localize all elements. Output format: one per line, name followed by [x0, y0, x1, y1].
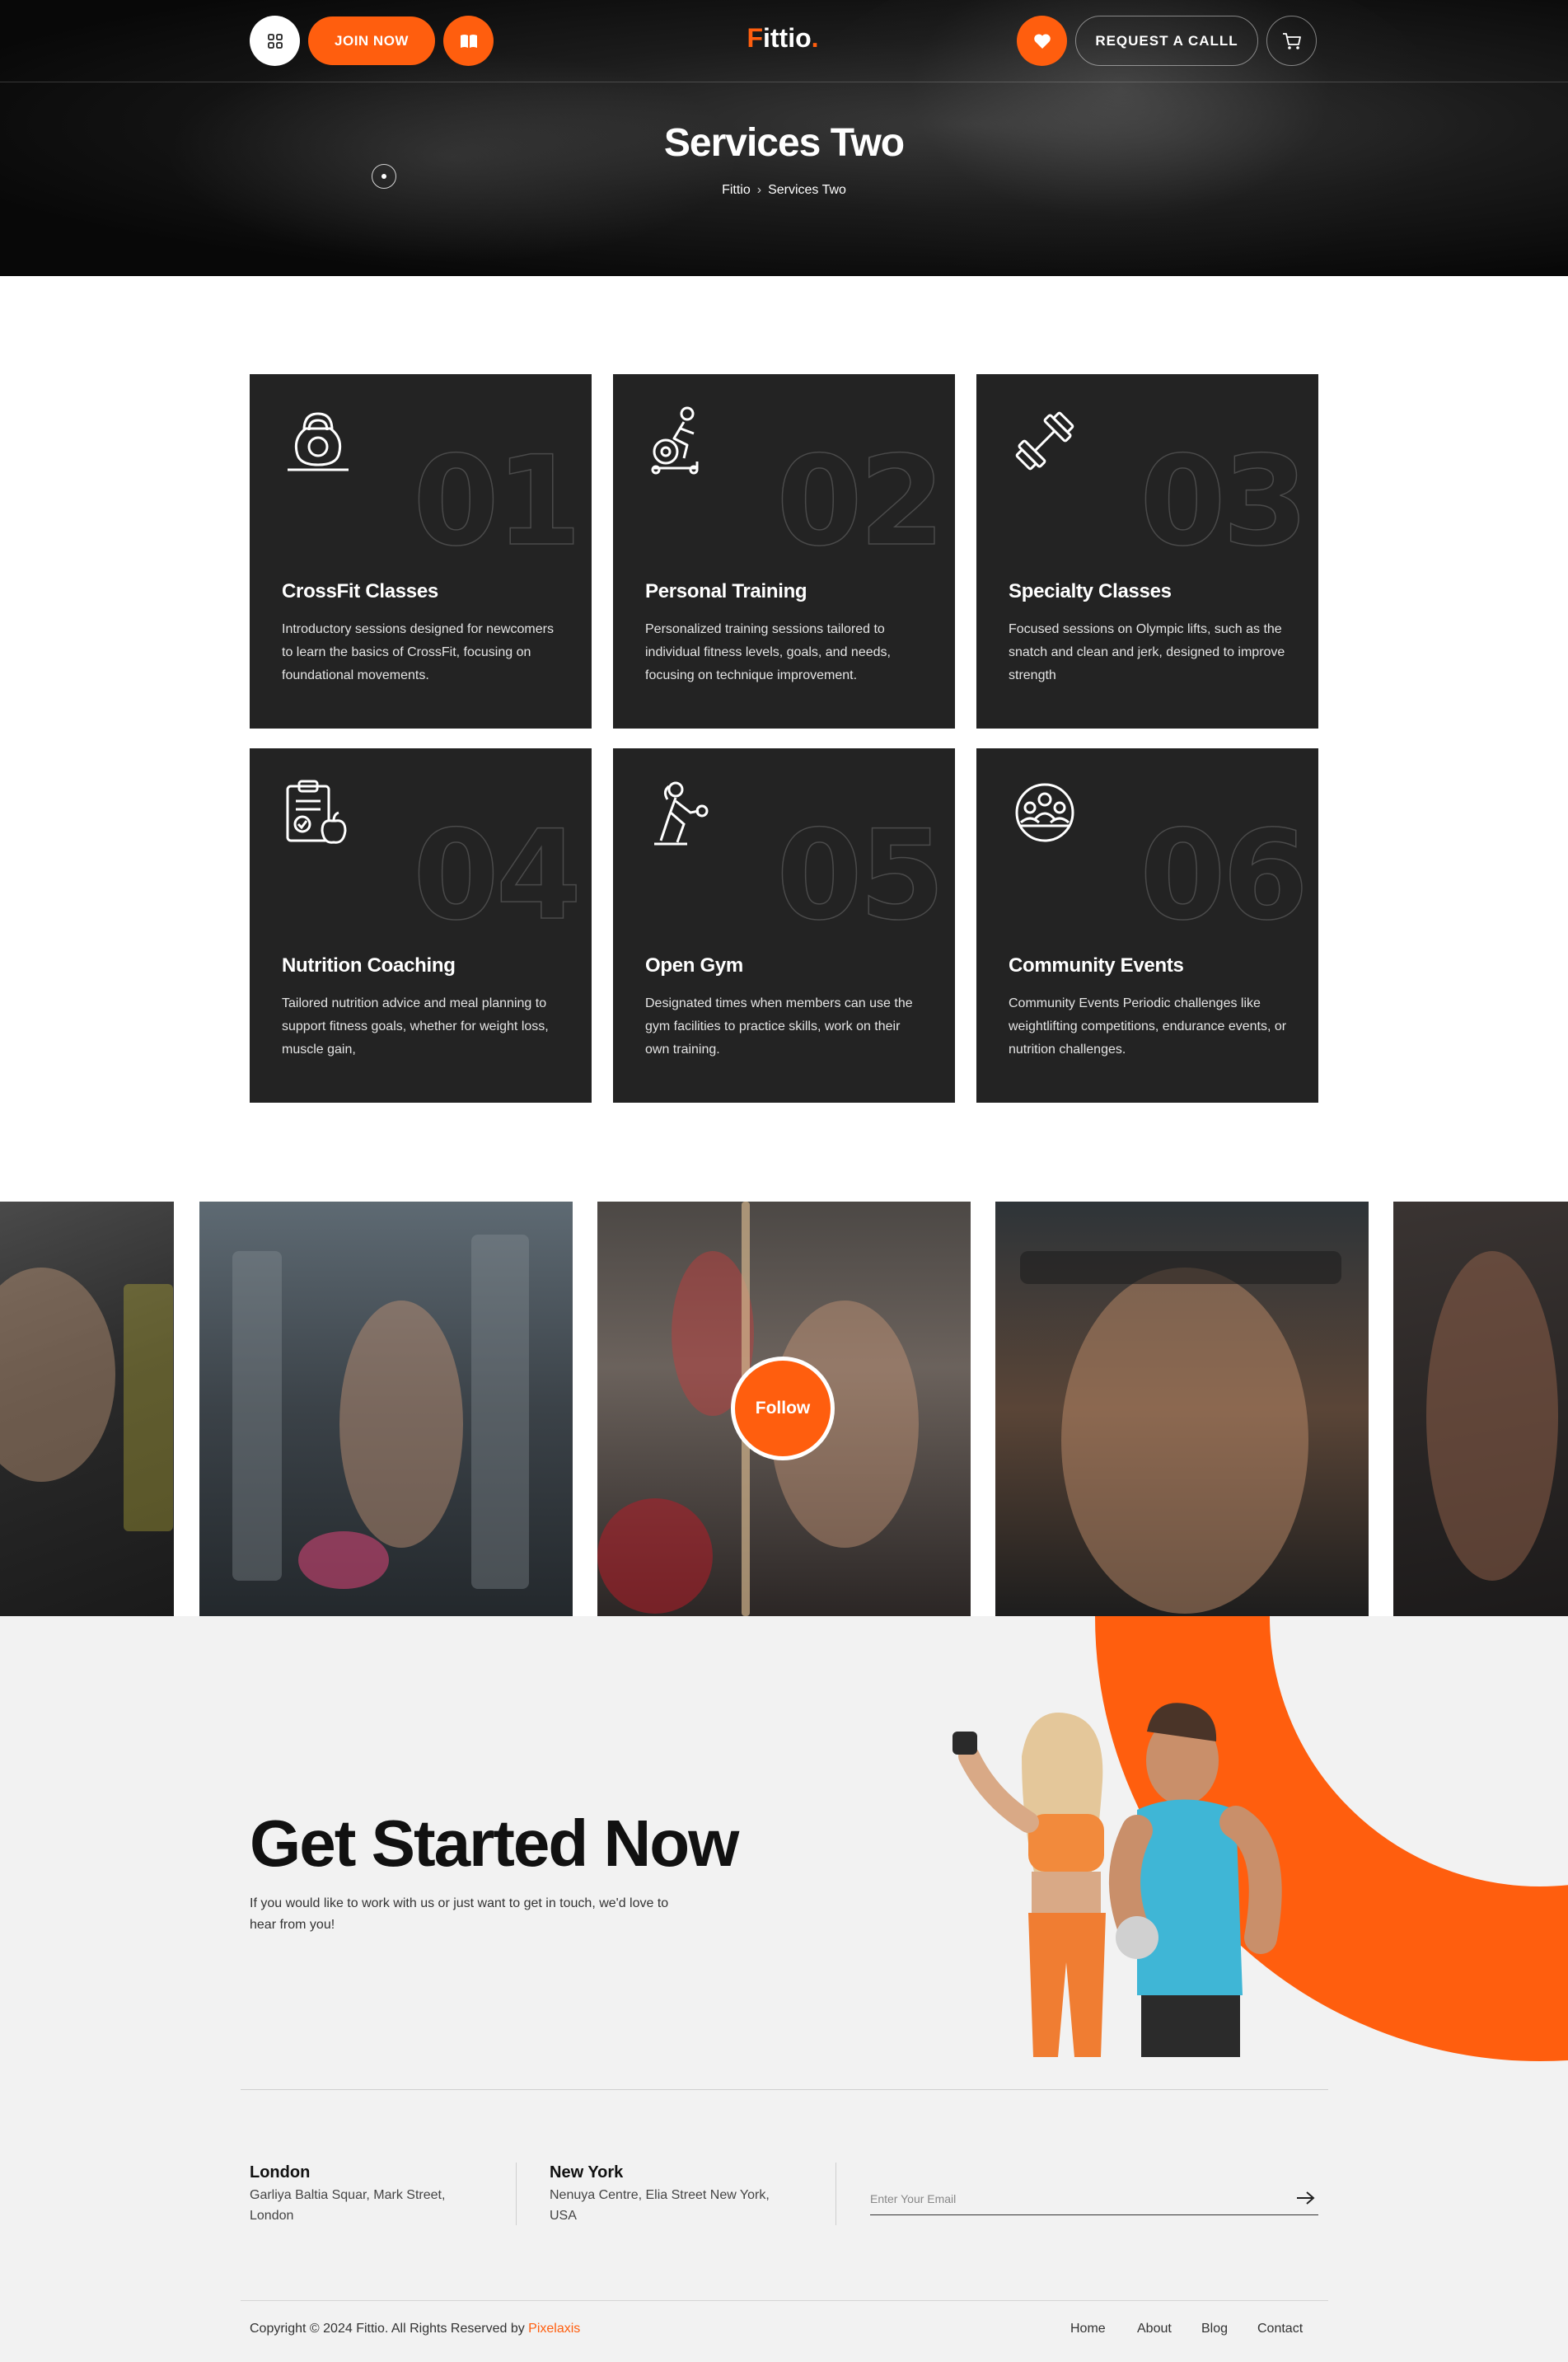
gallery-photo-athlete-portrait[interactable]	[1393, 1202, 1568, 1616]
footer-divider	[241, 2300, 1328, 2301]
section-divider	[241, 2089, 1328, 2090]
join-now-button[interactable]: JOIN NOW	[308, 16, 435, 65]
cta-heading: Get Started Now	[250, 1807, 739, 1880]
footer-nav-blog[interactable]: Blog	[1201, 2322, 1228, 2336]
service-title[interactable]: CrossFit Classes	[282, 580, 438, 603]
chevron-right-icon: ›	[756, 183, 762, 197]
logo-text: ittio	[763, 23, 812, 53]
service-card[interactable]: 01 CrossFit Classes Introductory session…	[250, 374, 592, 729]
request-call-button[interactable]: REQUEST A CALLL	[1075, 16, 1258, 66]
breadcrumb-home[interactable]: Fittio	[722, 183, 751, 197]
service-card[interactable]: 05 Open Gym Designated times when member…	[613, 748, 955, 1103]
gallery-photo-back-pulldown[interactable]	[995, 1202, 1369, 1616]
service-title[interactable]: Specialty Classes	[1009, 580, 1172, 603]
office-city-new-york: New York	[550, 2163, 624, 2182]
grid-icon	[267, 33, 283, 49]
service-title[interactable]: Personal Training	[645, 580, 807, 603]
book-button[interactable]	[443, 16, 494, 66]
service-number: 04	[413, 804, 583, 948]
office-divider	[835, 2163, 836, 2225]
nutrition-clipboard-icon	[286, 780, 347, 844]
copyright-label: Copyright © 2024 Fittio. All Rights Rese…	[250, 2322, 525, 2336]
logo-dot: .	[811, 23, 819, 53]
breadcrumb: Fittio › Services Two	[0, 183, 1568, 198]
office-address-new-york: Nenuya Centre, Elia Street New York, USA	[550, 2188, 770, 2223]
community-icon	[1015, 783, 1074, 842]
logo-initial: F	[747, 23, 763, 53]
cart-icon	[1282, 32, 1301, 49]
dumbbell-icon	[1015, 411, 1074, 471]
site-logo[interactable]: Fittio.	[717, 23, 849, 54]
service-description: Designated times when members can use th…	[645, 996, 913, 1057]
kettlebell-icon	[288, 412, 349, 471]
service-description: Personalized training sessions tailored …	[645, 622, 891, 682]
service-card[interactable]: 06 Community Events Community Events Per…	[976, 748, 1318, 1103]
service-description: Introductory sessions designed for newco…	[282, 622, 554, 682]
breadcrumb-current: Services Two	[768, 183, 846, 197]
email-field[interactable]	[870, 2182, 1318, 2215]
heart-icon	[1033, 33, 1051, 49]
office-address-london: Garliya Baltia Squar, Mark Street, Londo…	[250, 2188, 446, 2223]
service-description: Focused sessions on Olympic lifts, such …	[1009, 622, 1285, 682]
hero-banner: JOIN NOW Fittio. REQUEST A CALLL Service…	[0, 0, 1568, 276]
follow-button[interactable]: Follow	[731, 1357, 835, 1460]
cart-button[interactable]	[1266, 16, 1317, 66]
footer-nav-about[interactable]: About	[1137, 2322, 1172, 2336]
woman-lifting-icon	[654, 781, 709, 846]
exercise-bike-icon	[651, 406, 699, 475]
gallery-photo-pullup-machine[interactable]	[199, 1202, 573, 1616]
page-title: Services Two	[663, 121, 905, 165]
service-number: 01	[413, 430, 583, 574]
footer-nav-contact[interactable]: Contact	[1257, 2322, 1303, 2336]
footer-nav-home[interactable]: Home	[1070, 2322, 1106, 2336]
service-card[interactable]: 02 Personal Training Personalized traini…	[613, 374, 955, 729]
service-number: 02	[776, 430, 946, 574]
service-title[interactable]: Community Events	[1009, 954, 1184, 977]
brand-link[interactable]: Pixelaxis	[528, 2322, 580, 2336]
service-card[interactable]: 03 Specialty Classes Focused sessions on…	[976, 374, 1318, 729]
service-title[interactable]: Open Gym	[645, 954, 743, 977]
office-city-london: London	[250, 2163, 311, 2182]
service-card[interactable]: 04 Nutrition Coaching Tailored nutrition…	[250, 748, 592, 1103]
cursor-ring-icon	[372, 164, 396, 189]
service-number: 05	[776, 804, 946, 948]
get-started-section: Get Started Now If you would like to wor…	[0, 1616, 1568, 2362]
service-number: 06	[1140, 804, 1309, 948]
office-divider	[516, 2163, 517, 2225]
service-description: Tailored nutrition advice and meal plann…	[282, 996, 549, 1057]
gallery-photo-cable-training[interactable]	[0, 1202, 174, 1616]
cta-text: If you would like to work with us or jus…	[250, 1896, 669, 1932]
book-icon	[460, 34, 477, 48]
copyright-text: Copyright © 2024 Fittio. All Rights Rese…	[250, 2322, 580, 2336]
fitness-couple-image	[953, 1703, 1282, 2057]
arrow-right-icon[interactable]	[1295, 2189, 1317, 2207]
service-description: Community Events Periodic challenges lik…	[1009, 996, 1287, 1057]
service-number: 03	[1140, 430, 1309, 574]
menu-grid-button[interactable]	[250, 16, 300, 66]
service-title[interactable]: Nutrition Coaching	[282, 954, 456, 977]
wishlist-button[interactable]	[1017, 16, 1067, 66]
